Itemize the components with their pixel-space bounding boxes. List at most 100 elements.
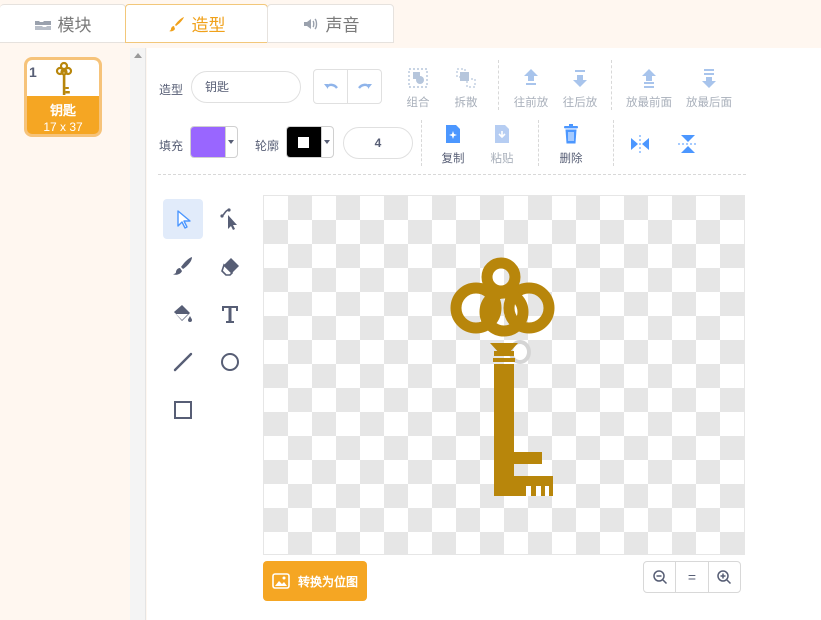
paste-label: 粘贴 xyxy=(490,153,514,165)
arrow-bottom-icon xyxy=(702,69,716,88)
forward-label: 往前放 xyxy=(513,97,549,109)
back-button[interactable]: 放最后面 xyxy=(680,66,738,110)
brush-icon xyxy=(173,257,192,275)
costume-name: 钥匙 xyxy=(49,103,76,118)
flip-vertical-button[interactable] xyxy=(663,132,713,160)
costume-name-label: 造型 xyxy=(159,83,184,97)
select-tool[interactable] xyxy=(163,199,203,239)
costume-number: 1 xyxy=(29,64,37,80)
outline-label: 轮廓 xyxy=(255,139,280,153)
flip-horizontal-button[interactable] xyxy=(615,132,665,160)
tab-bar: 模块 造型 声音 xyxy=(0,0,821,48)
group-icon xyxy=(408,68,428,88)
circle-tool[interactable] xyxy=(210,342,250,382)
key-costume xyxy=(450,257,555,496)
circle-icon xyxy=(221,353,239,371)
fill-label: 填充 xyxy=(159,139,184,153)
tab-blocks-label: 模块 xyxy=(57,16,92,35)
brush-tool[interactable] xyxy=(163,246,203,286)
zoom-controls: = xyxy=(643,561,741,593)
line-icon xyxy=(173,352,193,372)
backward-button[interactable]: 往后放 xyxy=(555,66,605,110)
convert-to-bitmap-button[interactable]: 转换为位图 xyxy=(263,561,367,601)
zoom-out-button[interactable] xyxy=(644,562,675,592)
rectangle-tool[interactable] xyxy=(163,390,203,430)
arrow-down-icon xyxy=(573,70,587,87)
arrow-top-icon xyxy=(642,69,656,88)
group-label: 组合 xyxy=(406,97,430,109)
toolbar-divider xyxy=(611,60,612,110)
costume-thumbnail xyxy=(27,60,99,96)
tab-sounds-label: 声音 xyxy=(325,16,360,35)
reshape-icon xyxy=(220,208,237,230)
ungroup-button[interactable]: 拆散 xyxy=(441,66,491,110)
fill-tool[interactable] xyxy=(163,294,203,334)
zoom-reset-button[interactable]: = xyxy=(675,562,707,592)
tab-sounds[interactable]: 声音 xyxy=(267,4,394,43)
image-icon xyxy=(272,573,290,589)
text-tool[interactable] xyxy=(210,294,250,334)
paste-button[interactable]: 粘贴 xyxy=(477,122,527,166)
toolbar-divider xyxy=(498,60,499,110)
undo-icon xyxy=(323,83,338,89)
eraser-tool[interactable] xyxy=(210,246,250,286)
paint-editor: 造型 钥匙 组合 拆散 往前放 往后放 放最前面 放最后面 填充 轮廓 4 复制… xyxy=(147,48,821,620)
costume-list-scrollbar[interactable] xyxy=(130,48,146,620)
convert-to-bitmap-label: 转换为位图 xyxy=(297,574,358,589)
fill-color-picker[interactable] xyxy=(190,126,238,158)
costume-name-input[interactable]: 钥匙 xyxy=(191,71,301,103)
delete-label: 删除 xyxy=(559,153,583,165)
toolbar-divider xyxy=(538,120,539,166)
toolbar-divider xyxy=(421,120,422,166)
back-label: 放最后面 xyxy=(686,97,732,109)
tab-costumes-label: 造型 xyxy=(191,16,226,35)
redo-icon xyxy=(357,83,372,89)
zoom-in-button[interactable] xyxy=(707,562,740,592)
stroke-width-input[interactable]: 4 xyxy=(343,127,413,159)
undo-redo-group xyxy=(313,69,382,104)
brush-icon xyxy=(168,16,184,31)
outline-color-picker[interactable] xyxy=(286,126,334,158)
outline-dropdown[interactable] xyxy=(320,127,333,157)
fill-dropdown[interactable] xyxy=(224,127,237,157)
line-tool[interactable] xyxy=(163,342,203,382)
select-icon xyxy=(177,210,191,229)
copy-label: 复制 xyxy=(441,153,465,165)
trash-icon xyxy=(564,124,578,144)
fill-icon xyxy=(174,305,192,322)
costume-size: 17 x 37 xyxy=(43,120,83,134)
zoom-in-icon xyxy=(717,570,732,585)
key-icon xyxy=(55,61,73,95)
flip-horizontal-icon xyxy=(631,135,649,153)
tab-costumes[interactable]: 造型 xyxy=(125,4,268,43)
delete-button[interactable]: 删除 xyxy=(546,122,596,166)
group-button[interactable]: 组合 xyxy=(393,66,443,110)
undo-button[interactable] xyxy=(314,70,348,103)
costume-item[interactable]: 1 钥匙 17 x 37 xyxy=(24,57,102,137)
ungroup-icon xyxy=(456,68,476,88)
tab-blocks[interactable]: 模块 xyxy=(0,4,126,43)
forward-button[interactable]: 往前放 xyxy=(506,66,556,110)
flip-vertical-icon xyxy=(678,135,698,153)
rectangle-icon xyxy=(174,401,192,419)
ungroup-label: 拆散 xyxy=(454,97,478,109)
blocks-icon xyxy=(34,20,51,30)
redo-button[interactable] xyxy=(348,70,381,103)
chevron-down-icon xyxy=(324,140,331,144)
text-icon xyxy=(222,306,238,323)
copy-button[interactable]: 复制 xyxy=(428,122,478,166)
drawing-canvas[interactable] xyxy=(263,195,745,555)
toolbar-separator xyxy=(158,174,746,175)
eraser-icon xyxy=(221,258,239,276)
backward-label: 往后放 xyxy=(562,97,598,109)
fill-swatch xyxy=(191,127,225,157)
chevron-down-icon xyxy=(228,140,235,144)
toolbar-divider xyxy=(613,120,614,166)
reshape-tool[interactable] xyxy=(210,199,250,239)
scroll-up-arrow-icon[interactable] xyxy=(134,53,142,58)
front-label: 放最前面 xyxy=(626,97,672,109)
front-button[interactable]: 放最前面 xyxy=(620,66,678,110)
arrow-up-icon xyxy=(524,69,538,85)
paste-icon xyxy=(495,125,509,143)
zoom-out-icon xyxy=(652,570,667,585)
